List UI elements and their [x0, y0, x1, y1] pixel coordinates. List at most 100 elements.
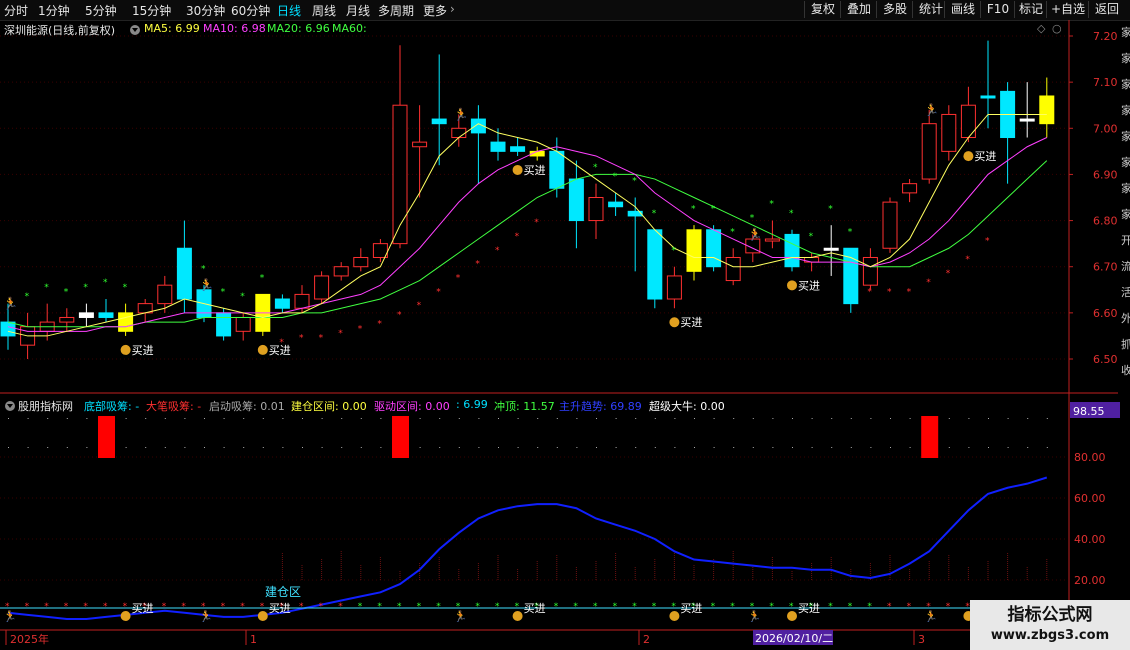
indicator-star: *: [946, 602, 951, 612]
side-char: 抓: [1121, 338, 1130, 351]
indicator-star: *: [769, 602, 774, 612]
indicator-dot: [27, 418, 29, 419]
indicator-dot: [792, 447, 793, 448]
indicator-dot: [204, 447, 205, 448]
side-char: 家: [1121, 208, 1130, 221]
indicator-dot: [870, 447, 872, 448]
price-tick-label: 6.60: [1093, 307, 1118, 320]
runner-icon: 🏃: [199, 610, 213, 623]
indicator-dot: [968, 447, 970, 448]
diamond-icon[interactable]: ◇: [1037, 22, 1045, 35]
indicator-dot: [380, 418, 382, 419]
watermark-title: 指标公式网: [1007, 605, 1093, 625]
indicator-dot: [517, 418, 519, 419]
indicator-dot: [419, 418, 421, 419]
stop-star-green: *: [691, 204, 696, 214]
stop-star-green: *: [828, 204, 833, 214]
side-char: 家: [1121, 182, 1130, 195]
indicator-dot: [635, 447, 637, 448]
indicator-dot: [792, 418, 793, 419]
indicator-star: *: [240, 602, 245, 612]
indicator-dot: [831, 418, 833, 419]
indicator-dot: [850, 418, 852, 419]
indicator-dot: [125, 418, 127, 419]
stop-star-red: *: [299, 334, 304, 344]
side-char: 活: [1121, 286, 1130, 299]
stop-star-red: *: [515, 232, 520, 242]
buy-signal-label: 买进: [974, 150, 996, 163]
indicator-value-label: 98.55: [1073, 405, 1105, 418]
legend-super-bull: 超级大牛: 0.00: [649, 400, 725, 413]
candle-body: [608, 201, 624, 208]
stop-star-green: *: [64, 287, 69, 297]
ma10-legend: MA10: 6.98: [203, 22, 266, 35]
indicator-dot: [909, 447, 911, 448]
indicator-dot: [713, 418, 715, 419]
indicator-dot: [27, 447, 29, 448]
indicator-dot: [674, 418, 676, 419]
indicator-dot: [458, 447, 460, 448]
indicator-star: *: [162, 602, 167, 612]
money-bag-icon: [120, 611, 131, 621]
runner-icon: 🏃: [924, 103, 939, 117]
indicator-dot: [66, 418, 68, 419]
indicator-options-icon[interactable]: [5, 401, 15, 411]
indicator-dot: [302, 418, 303, 419]
stop-star-green: *: [613, 172, 618, 182]
indicator-dot: [360, 418, 362, 419]
stop-star-red: *: [397, 310, 402, 320]
indicator-dot: [204, 418, 205, 419]
stop-star-green: *: [123, 283, 128, 293]
indicator-dot: [517, 447, 519, 448]
indicator-dot: [8, 447, 9, 448]
indicator-dot: [1027, 447, 1029, 448]
side-char: 家: [1121, 52, 1130, 65]
indicator-dot: [302, 447, 303, 448]
stop-star-green: *: [44, 283, 49, 293]
buy-signal-label: 买进: [798, 602, 820, 615]
price-tick-label: 6.90: [1093, 168, 1118, 181]
money-bag-icon: [787, 611, 797, 621]
indicator-dot: [1046, 418, 1048, 419]
price-tick-label: 6.50: [1093, 353, 1118, 366]
indicator-dot: [164, 447, 166, 448]
stop-star-green: *: [25, 292, 30, 302]
candle-body: [216, 312, 232, 337]
indicator-dot: [674, 447, 676, 448]
indicator-star: *: [123, 602, 128, 612]
indicator-star: *: [789, 602, 794, 612]
candle-body: [588, 197, 604, 222]
circle-icon[interactable]: ○: [1052, 22, 1062, 35]
indicator-dot: [243, 418, 245, 419]
ma20-legend: MA20: 6.96: [267, 22, 330, 35]
stop-star-red: *: [907, 287, 912, 297]
indicator-dot: [498, 447, 499, 448]
indicator-star: *: [573, 602, 578, 612]
legend-drive-zone: 驱动区间: 0.00: [374, 400, 450, 413]
side-char: 家: [1121, 104, 1130, 117]
indicator-tick-label: 40.00: [1074, 533, 1106, 546]
buy-signal-label: 买进: [524, 602, 546, 615]
indicator-dot: [1007, 418, 1009, 419]
indicator-dot: [1046, 447, 1048, 448]
indicator-dot: [282, 447, 284, 448]
stop-star-green: *: [711, 204, 716, 214]
indicator-star: *: [652, 602, 657, 612]
kline-chart[interactable]: 7.20 7.10 7.00 6.90 6.80 6.70 6.60 6.50 * * * * * * *…: [0, 0, 1130, 650]
indicator-dot: [811, 418, 813, 419]
candle-body: [666, 275, 682, 300]
candle-body: [157, 284, 173, 305]
chart-options-icon[interactable]: [130, 25, 140, 35]
indicator-dot: [341, 418, 343, 419]
money-bag-icon: [669, 317, 680, 328]
indicator-dot: [125, 447, 127, 448]
indicator-star: *: [848, 602, 853, 612]
indicator-star: *: [319, 602, 324, 612]
stop-star-red: *: [338, 329, 343, 339]
candle-body: [118, 312, 134, 332]
indicator-star: *: [475, 602, 480, 612]
indicator-dot: [66, 447, 68, 448]
stop-star-green: *: [671, 246, 676, 256]
indicator-dot: [988, 418, 989, 419]
indicator-dot: [909, 418, 911, 419]
